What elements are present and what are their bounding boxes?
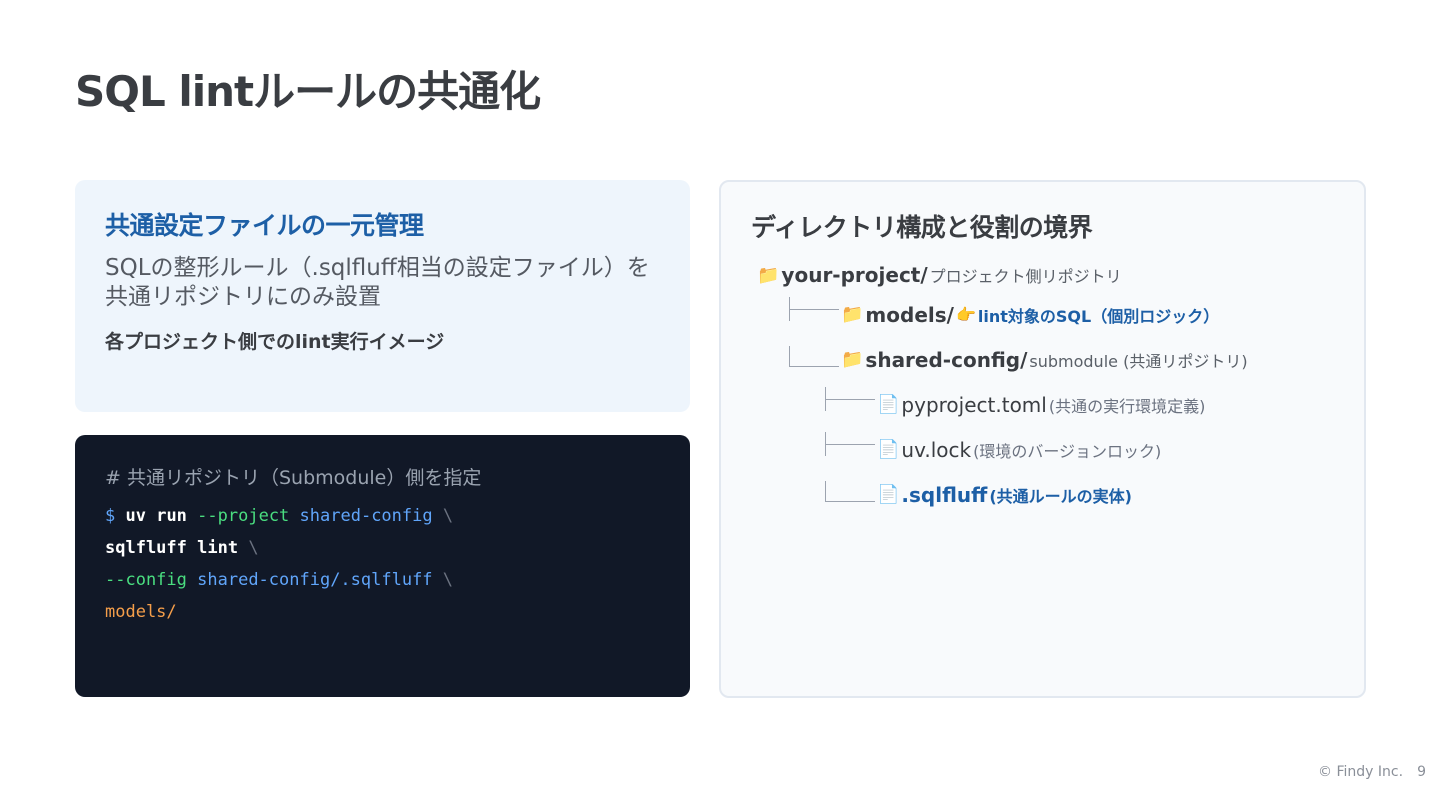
tree-connector [825,480,875,502]
code-continuation: \ [248,538,259,558]
code-comment: # 共通リポジトリ（Submodule）側を指定 [105,467,482,489]
copyright: © Findy Inc. [1318,764,1404,780]
folder-icon: 📁 [841,304,864,325]
tree-item-name: shared-config/ [865,347,1028,372]
tree-row-models: 📁 models/ 👉 lint対象のSQL（個別ロジック） [789,292,1334,337]
info-subheading: 各プロジェクト側でのlint実行イメージ [105,331,445,353]
code-command: sqlfluff lint [105,538,239,558]
code-line-1: $ uv run --project shared-config \ [105,500,660,532]
file-icon: 📄 [877,394,900,415]
tree-connector [825,431,875,456]
tree-item-name: uv.lock [901,437,972,462]
pointing-hand-icon: 👉 [955,305,976,324]
directory-heading: ディレクトリ構成と役割の境界 [751,213,1093,242]
footer: © Findy Inc. 9 [1318,764,1426,780]
file-icon: 📄 [877,484,900,505]
directory-card: ディレクトリ構成と役割の境界 📁 your-project/ プロジェクト側リポ… [719,180,1366,698]
file-icon: 📄 [877,439,900,460]
code-path: models/ [105,602,177,622]
code-block: # 共通リポジトリ（Submodule）側を指定 $ uv run --proj… [75,435,690,697]
tree-connector [825,386,875,411]
tree-row-shared-config: 📁 shared-config/ submodule (共通リポジトリ) [789,337,1334,382]
page-number: 9 [1417,764,1426,780]
code-prompt: $ [105,506,116,526]
tree-row-pyproject: 📄 pyproject.toml (共通の実行環境定義) [825,382,1334,427]
code-continuation: \ [442,570,454,590]
folder-icon: 📁 [757,264,780,286]
tree-connector [789,296,839,321]
tree-item-note: プロジェクト側リポジトリ [929,267,1122,286]
code-continuation: \ [442,506,454,526]
tree-item-note: (共通の実行環境定義) [1048,396,1206,416]
info-description: SQLの整形ルール（.sqlfluff相当の設定ファイル）を共通リポジトリにのみ… [105,255,650,310]
tree-item-note: submodule (共通リポジトリ) [1029,351,1248,371]
code-option: --config [105,570,187,590]
code-line-2: sqlfluff lint \ [105,532,660,564]
folder-icon: 📁 [841,349,864,370]
info-card: 共通設定ファイルの一元管理 SQLの整形ルール（.sqlfluff相当の設定ファ… [75,180,690,412]
tree-item-note: lint対象のSQL（個別ロジック） [977,306,1220,326]
tree-item-name: your-project/ [781,263,928,287]
tree-item-name: pyproject.toml [901,392,1047,417]
tree-item-note: (環境のバージョンロック) [973,441,1162,461]
tree-connector [789,345,839,367]
tree-item-name: models/ [865,302,954,327]
tree-row-root: 📁 your-project/ プロジェクト側リポジトリ [757,258,1334,292]
code-argument: shared-config/.sqlfluff [197,570,433,590]
code-argument: shared-config [299,506,433,526]
info-heading: 共通設定ファイルの一元管理 [105,211,424,240]
tree-item-name: .sqlfluff [901,482,988,507]
code-option: --project [197,506,290,526]
tree-row-sqlfluff: 📄 .sqlfluff (共通ルールの実体) [825,472,1334,517]
code-line-3: --config shared-config/.sqlfluff \ [105,564,660,596]
code-line-4: models/ [105,596,660,628]
tree-item-note: (共通ルールの実体) [989,486,1132,506]
tree-row-uv-lock: 📄 uv.lock (環境のバージョンロック) [825,427,1334,472]
page-title: SQL lintルールの共通化 [75,67,541,116]
code-command: uv run [125,506,187,526]
